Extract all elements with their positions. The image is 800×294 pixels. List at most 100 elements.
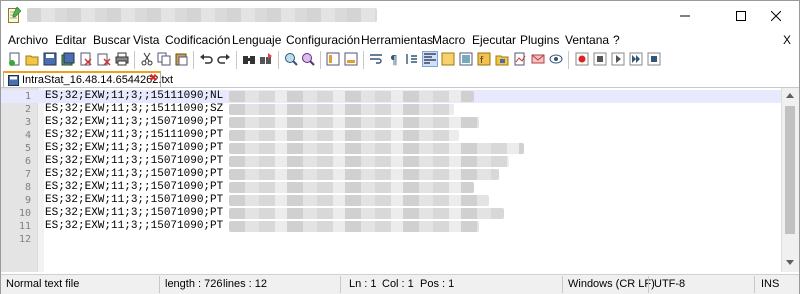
close-all-icon[interactable] <box>97 52 111 66</box>
tab-intrastat-file[interactable]: IntraStat_16.48.14.6544262.txt ✖ <box>3 71 173 87</box>
scroll-down-icon[interactable] <box>786 260 794 266</box>
editor-line[interactable]: 5 ES;32;EXW;11;3;;15071090;PT <box>1 142 783 155</box>
save-all-icon[interactable] <box>61 52 75 66</box>
function-list-icon[interactable]: f <box>477 52 491 66</box>
save-macro-icon[interactable] <box>647 52 661 66</box>
replace-icon[interactable] <box>259 52 273 66</box>
folder-as-workspace-icon[interactable] <box>495 52 509 66</box>
notepad-app-icon <box>8 7 21 23</box>
menu-vista[interactable]: Vista <box>133 33 159 47</box>
editor-line[interactable]: 12 <box>1 233 783 246</box>
menu-ventana[interactable]: Ventana <box>565 33 609 47</box>
monitoring-icon[interactable] <box>513 52 527 66</box>
line-text: ES;32;EXW;11;3;;15111090;NL <box>45 90 224 102</box>
close-icon <box>771 11 781 21</box>
editor-line[interactable]: 9 ES;32;EXW;11;3;;15071090;PT <box>1 194 783 207</box>
close-window-button[interactable] <box>753 1 799 31</box>
status-separator <box>562 276 563 293</box>
editor-line[interactable]: 2 ES;32;EXW;11;3;;15111090;SZ <box>1 103 783 116</box>
save-icon[interactable] <box>43 52 57 66</box>
sync-horizontal-icon[interactable] <box>344 52 358 66</box>
editor-line[interactable]: 11 ES;32;EXW;11;3;;15071090;PT <box>1 220 783 233</box>
editor-line[interactable]: 1 ES;32;EXW;11;3;;15111090;NL <box>1 90 783 103</box>
menu-buscar[interactable]: Buscar <box>93 33 130 47</box>
editor-line[interactable]: 10 ES;32;EXW;11;3;;15071090;PT <box>1 207 783 220</box>
record-macro-icon[interactable] <box>575 52 589 66</box>
window-title-redacted <box>27 8 377 22</box>
notepadpp-window: Archivo Editar Buscar Vista Codificación… <box>0 0 800 294</box>
title-bar <box>1 1 799 31</box>
mail-icon[interactable] <box>531 52 545 66</box>
find-icon[interactable] <box>242 52 256 66</box>
text-editor[interactable]: 1 ES;32;EXW;11;3;;15111090;NL 2 ES;32;EXW;1… <box>1 88 799 272</box>
close-document-button[interactable]: X <box>783 33 791 47</box>
redo-icon[interactable] <box>217 52 231 66</box>
editor-line[interactable]: 4 ES;32;EXW;11;3;;15111090;PT <box>1 129 783 142</box>
maximize-icon <box>736 11 746 21</box>
redacted-text <box>229 104 454 115</box>
redacted-text <box>229 117 479 128</box>
copy-icon[interactable] <box>157 52 171 66</box>
redacted-text <box>229 91 474 102</box>
menu-editar[interactable]: Editar <box>55 33 86 47</box>
menu-codificacion[interactable]: Codificación <box>165 33 230 47</box>
zoom-in-icon[interactable] <box>284 52 298 66</box>
line-text: ES;32;EXW;11;3;;15071090;PT <box>45 194 224 206</box>
undo-icon[interactable] <box>199 52 213 66</box>
line-text: ES;32;EXW;11;3;;15071090;PT <box>45 207 224 219</box>
paste-icon[interactable] <box>174 52 188 66</box>
editor-line[interactable]: 3 ES;32;EXW;11;3;;15071090;PT <box>1 116 783 129</box>
sync-vertical-icon[interactable] <box>326 52 340 66</box>
open-file-icon[interactable] <box>25 52 39 66</box>
menu-macro[interactable]: Macro <box>432 33 465 47</box>
word-wrap-icon[interactable] <box>369 52 383 66</box>
redacted-text <box>229 221 479 232</box>
menu-lenguaje[interactable]: Lenguaje <box>232 33 281 47</box>
menu-plugins[interactable]: Plugins <box>520 33 559 47</box>
user-defined-language-icon[interactable] <box>422 51 438 67</box>
document-list-icon[interactable] <box>459 52 473 66</box>
redacted-text <box>229 156 509 167</box>
menu-herramientas[interactable]: Herramientas <box>361 33 433 47</box>
vertical-scrollbar[interactable] <box>781 88 799 272</box>
close-file-icon[interactable] <box>79 52 93 66</box>
redacted-text <box>229 182 474 193</box>
scroll-up-icon[interactable] <box>786 92 794 98</box>
menu-archivo[interactable]: Archivo <box>8 33 48 47</box>
toolbar-separator <box>236 51 237 69</box>
menu-ejecutar[interactable]: Ejecutar <box>472 33 516 47</box>
redacted-text <box>229 208 504 219</box>
status-line-number: Ln : 1 <box>349 278 377 290</box>
redacted-text <box>229 143 524 154</box>
document-map-icon[interactable] <box>441 52 455 66</box>
toolbar-separator <box>134 51 135 69</box>
line-text: ES;32;EXW;11;3;;15111090;SZ <box>45 103 224 115</box>
run-macro-multiple-icon[interactable] <box>629 52 643 66</box>
tab-close-icon[interactable]: ✖ <box>149 73 157 84</box>
editor-line[interactable]: 7 ES;32;EXW;11;3;;15071090;PT <box>1 168 783 181</box>
indent-guide-icon[interactable] <box>405 52 419 66</box>
status-lines: lines : 12 <box>223 278 268 290</box>
line-number: 5 <box>24 143 31 154</box>
show-all-characters-icon[interactable]: ¶ <box>387 52 401 66</box>
menu-help[interactable]: ? <box>613 33 620 47</box>
status-separator <box>648 276 649 293</box>
eye-icon[interactable] <box>549 52 563 66</box>
editor-line[interactable]: 8 ES;32;EXW;11;3;;15071090;PT <box>1 181 783 194</box>
cut-icon[interactable] <box>140 52 154 66</box>
new-file-icon[interactable] <box>8 52 22 66</box>
minimize-button[interactable] <box>662 1 708 31</box>
print-icon[interactable] <box>115 52 129 66</box>
menu-configuracion[interactable]: Configuración <box>286 33 360 47</box>
stop-macro-icon[interactable] <box>593 52 607 66</box>
line-number: 12 <box>18 234 31 245</box>
zoom-out-icon[interactable] <box>301 52 315 66</box>
status-separator <box>159 276 160 293</box>
editor-line[interactable]: 6 ES;32;EXW;11;3;;15071090;PT <box>1 155 783 168</box>
vertical-scroll-thumb[interactable] <box>785 106 795 234</box>
line-number: 9 <box>24 195 31 206</box>
line-text: ES;32;EXW;11;3;;15071090;PT <box>45 155 224 167</box>
line-number: 2 <box>24 104 31 115</box>
line-number: 1 <box>24 91 31 102</box>
play-macro-icon[interactable] <box>611 52 625 66</box>
